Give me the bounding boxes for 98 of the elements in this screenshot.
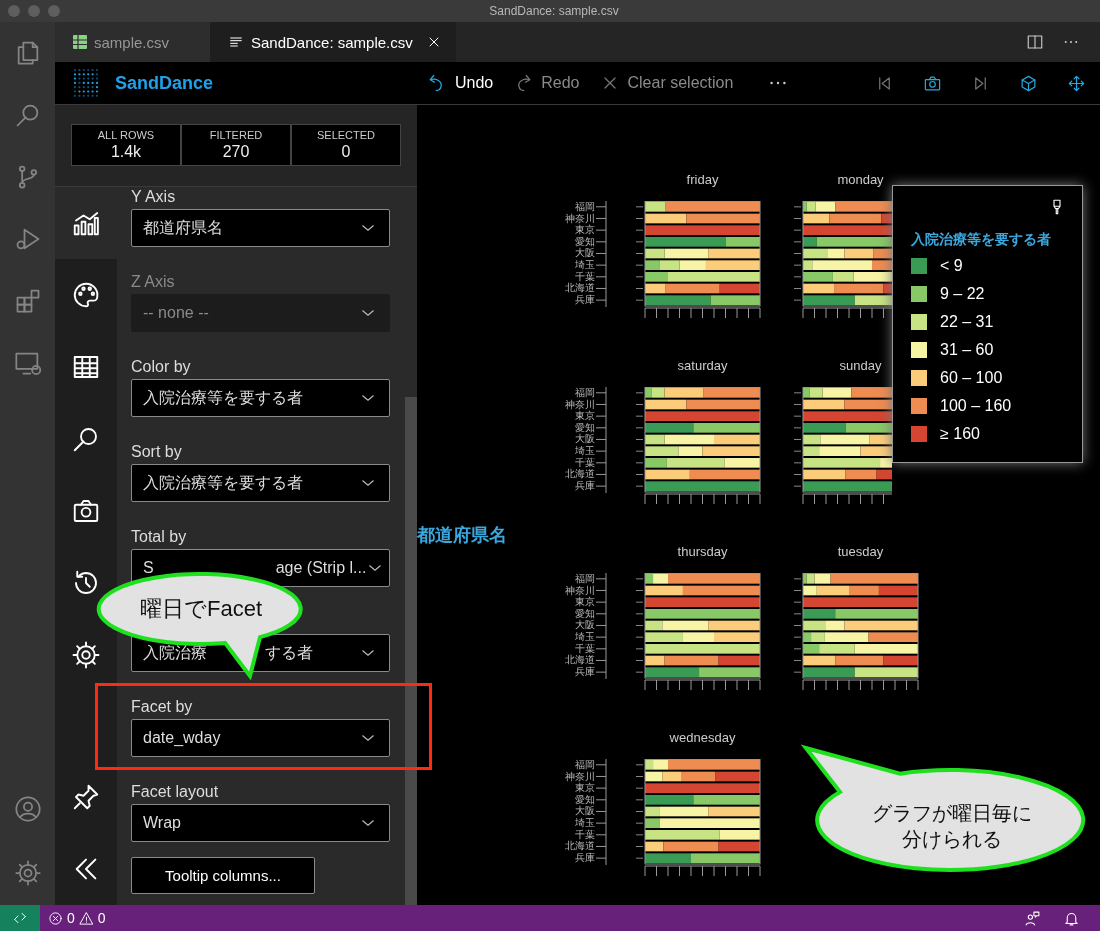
field-label: Z Axis <box>131 272 176 292</box>
category-label: 埼玉 <box>575 258 595 271</box>
category-label: 兵庫 <box>575 479 595 492</box>
warning-icon <box>78 910 94 926</box>
field-label: Y Axis <box>131 187 177 207</box>
error-icon <box>48 910 63 926</box>
category-label: 愛知 <box>575 235 595 248</box>
move-arrows-icon <box>1067 73 1086 93</box>
field-label: Sort by <box>131 442 183 462</box>
category-label: 愛知 <box>575 607 595 620</box>
dropdown[interactable]: date_wday <box>131 719 390 757</box>
category-label: 東京 <box>575 410 595 422</box>
counter-label: ALL ROWS <box>97 129 155 142</box>
category-label: 埼玉 <box>575 630 595 643</box>
category-label: 福岡 <box>575 759 595 771</box>
category-label: 埼玉 <box>575 444 595 457</box>
scrollbar-thumb[interactable] <box>405 397 417 905</box>
category-label: 兵庫 <box>575 293 595 306</box>
lines-icon <box>228 34 244 50</box>
category-label: 兵庫 <box>575 851 595 864</box>
editor-tab[interactable]: sample.csv <box>55 22 210 62</box>
dropdown[interactable]: 都道府県名 <box>131 209 390 247</box>
palette-icon <box>71 280 101 310</box>
counter-value: 270 <box>222 142 250 161</box>
legend-title: 入院治療等を要する者 <box>911 230 1052 248</box>
field-label: Total by <box>131 527 188 547</box>
facet-title: wednesday <box>669 730 736 745</box>
category-label: 福岡 <box>575 387 595 399</box>
settings-icon[interactable] <box>13 859 42 887</box>
feedback-icon[interactable] <box>1024 909 1041 927</box>
category-label: 神奈川 <box>565 584 595 596</box>
counter-label: SELECTED <box>316 129 376 142</box>
legend-label: 9 – 22 <box>940 285 985 303</box>
undo-button[interactable]: Undo <box>427 73 494 93</box>
legend-label: < 9 <box>940 257 963 275</box>
category-label: 福岡 <box>575 201 595 213</box>
facet-title: sunday <box>839 358 882 373</box>
legend-label: 22 – 31 <box>940 313 994 331</box>
remote-icon <box>12 910 28 926</box>
tooltip-columns-button[interactable]: Tooltip columns... <box>131 857 315 894</box>
counter-value: 1.4k <box>110 142 142 161</box>
facet-title: tuesday <box>837 544 884 559</box>
category-label: 千葉 <box>575 456 595 468</box>
legend-label: 100 – 160 <box>940 397 1012 415</box>
sidebar-tab[interactable] <box>55 187 117 259</box>
logo-icon <box>73 68 99 98</box>
category-label: 大阪 <box>575 433 595 445</box>
app-name: SandDance <box>115 72 214 94</box>
dropdown[interactable]: Wrap <box>131 804 390 842</box>
settings-icon <box>71 640 101 670</box>
category-label: 北海道 <box>565 468 595 480</box>
category-label: 埼玉 <box>575 816 595 829</box>
category-label: 神奈川 <box>565 770 595 782</box>
problems-button[interactable]: 0 0 <box>48 910 106 926</box>
account-icon[interactable] <box>13 795 42 823</box>
split-editor-icon[interactable] <box>1026 33 1044 51</box>
field-label: Color by <box>131 357 192 377</box>
counter-value: 0 <box>341 142 351 161</box>
toolbar-button[interactable] <box>1067 73 1086 93</box>
category-label: 大阪 <box>575 247 595 259</box>
cube-icon <box>1019 73 1038 93</box>
category-label: 東京 <box>575 782 595 794</box>
counter-label: FILTERED <box>209 129 263 142</box>
category-label: 千葉 <box>575 270 595 282</box>
category-label: 千葉 <box>575 828 595 840</box>
editor-tab[interactable]: SandDance: sample.csv <box>210 22 456 62</box>
category-label: 神奈川 <box>565 212 595 224</box>
category-label: 大阪 <box>575 619 595 631</box>
legend-label: 31 – 60 <box>940 341 994 359</box>
category-label: 兵庫 <box>575 665 595 678</box>
dropdown[interactable]: 入院治療等を要する者 <box>131 464 390 502</box>
field-label: Facet layout <box>131 782 220 802</box>
facet-title: thursday <box>677 544 728 559</box>
category-label: 神奈川 <box>565 398 595 410</box>
facet-title: saturday <box>677 358 728 373</box>
category-label: 北海道 <box>565 654 595 666</box>
facet-title: monday <box>837 172 884 187</box>
category-label: 北海道 <box>565 282 595 294</box>
field-label: Facet by <box>131 697 194 717</box>
category-label: 東京 <box>575 224 595 236</box>
pin-icon <box>71 782 101 812</box>
table-icon <box>73 35 87 49</box>
category-label: 千葉 <box>575 642 595 654</box>
axis-title: 都道府県名 <box>417 524 507 547</box>
window-title: SandDance: sample.csv <box>488 4 620 18</box>
category-label: 北海道 <box>565 840 595 852</box>
category-label: 東京 <box>575 596 595 608</box>
dropdown[interactable]: 入院治療等を要する者 <box>131 379 390 417</box>
category-label: 福岡 <box>575 573 595 585</box>
facet-title: friday <box>686 172 719 187</box>
toolbar-button[interactable] <box>1019 73 1038 93</box>
category-label: 大阪 <box>575 805 595 817</box>
legend-label: 60 – 100 <box>940 369 1003 387</box>
category-label: 愛知 <box>575 421 595 434</box>
legend-label: ≥ 160 <box>940 425 980 443</box>
category-label: 愛知 <box>575 793 595 806</box>
callout-text: グラフが曜日毎に分けられる <box>871 800 1033 852</box>
callout-text: 曜日でFacet <box>140 595 262 623</box>
